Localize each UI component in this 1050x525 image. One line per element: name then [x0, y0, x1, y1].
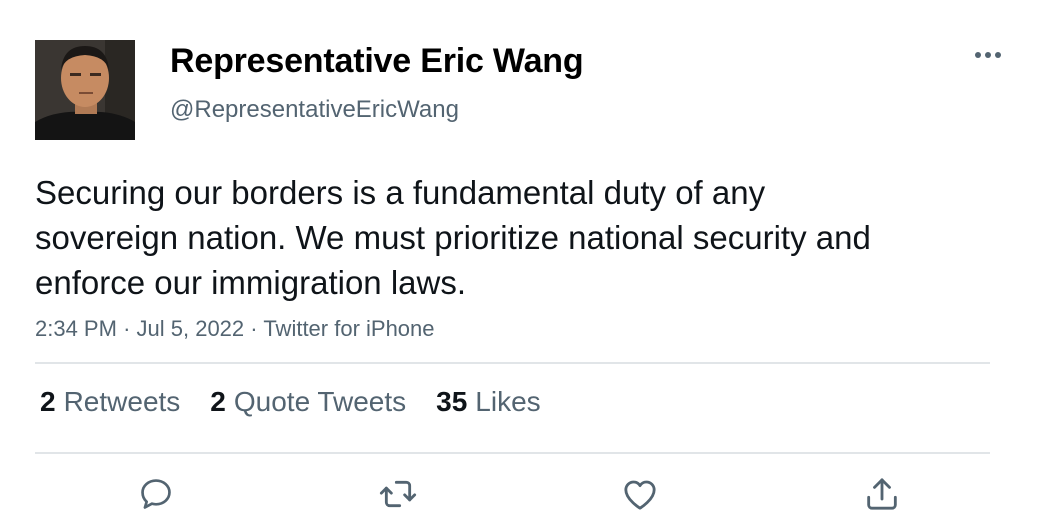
quote-tweets-count: 2 [210, 386, 226, 417]
likes-count: 35 [436, 386, 468, 417]
likes-label: Likes [475, 386, 541, 417]
user-handle[interactable]: @RepresentativeEricWang [170, 96, 459, 124]
meta-separator: · [123, 316, 131, 341]
reply-icon[interactable] [134, 472, 178, 516]
retweet-icon[interactable] [376, 472, 420, 516]
like-icon[interactable] [618, 472, 662, 516]
display-name[interactable]: Representative Eric Wang [170, 42, 584, 81]
avatar[interactable] [35, 40, 135, 140]
retweets-label: Retweets [63, 386, 181, 417]
share-icon[interactable] [860, 472, 904, 516]
avatar-image [35, 40, 135, 140]
tweet-source[interactable]: Twitter for iPhone [263, 316, 434, 341]
tweet-date[interactable]: Jul 5, 2022 [137, 316, 245, 341]
likes-stat[interactable]: 35 Likes [436, 386, 541, 418]
divider [35, 452, 990, 454]
tweet-time[interactable]: 2:34 PM [35, 316, 117, 341]
more-options-icon[interactable] [970, 40, 1006, 70]
engagement-stats: 2 Retweets 2 Quote Tweets 35 Likes [40, 386, 541, 418]
divider [35, 362, 990, 364]
quote-tweets-label: Quote Tweets [233, 386, 407, 417]
meta-separator: · [250, 316, 258, 341]
tweet-text: Securing our borders is a fundamental du… [35, 174, 871, 301]
retweets-stat[interactable]: 2 Retweets [40, 386, 180, 418]
quote-tweets-stat[interactable]: 2 Quote Tweets [210, 386, 406, 418]
tweet-metadata: 2:34 PM · Jul 5, 2022 · Twitter for iPho… [35, 316, 435, 342]
retweets-count: 2 [40, 386, 56, 417]
